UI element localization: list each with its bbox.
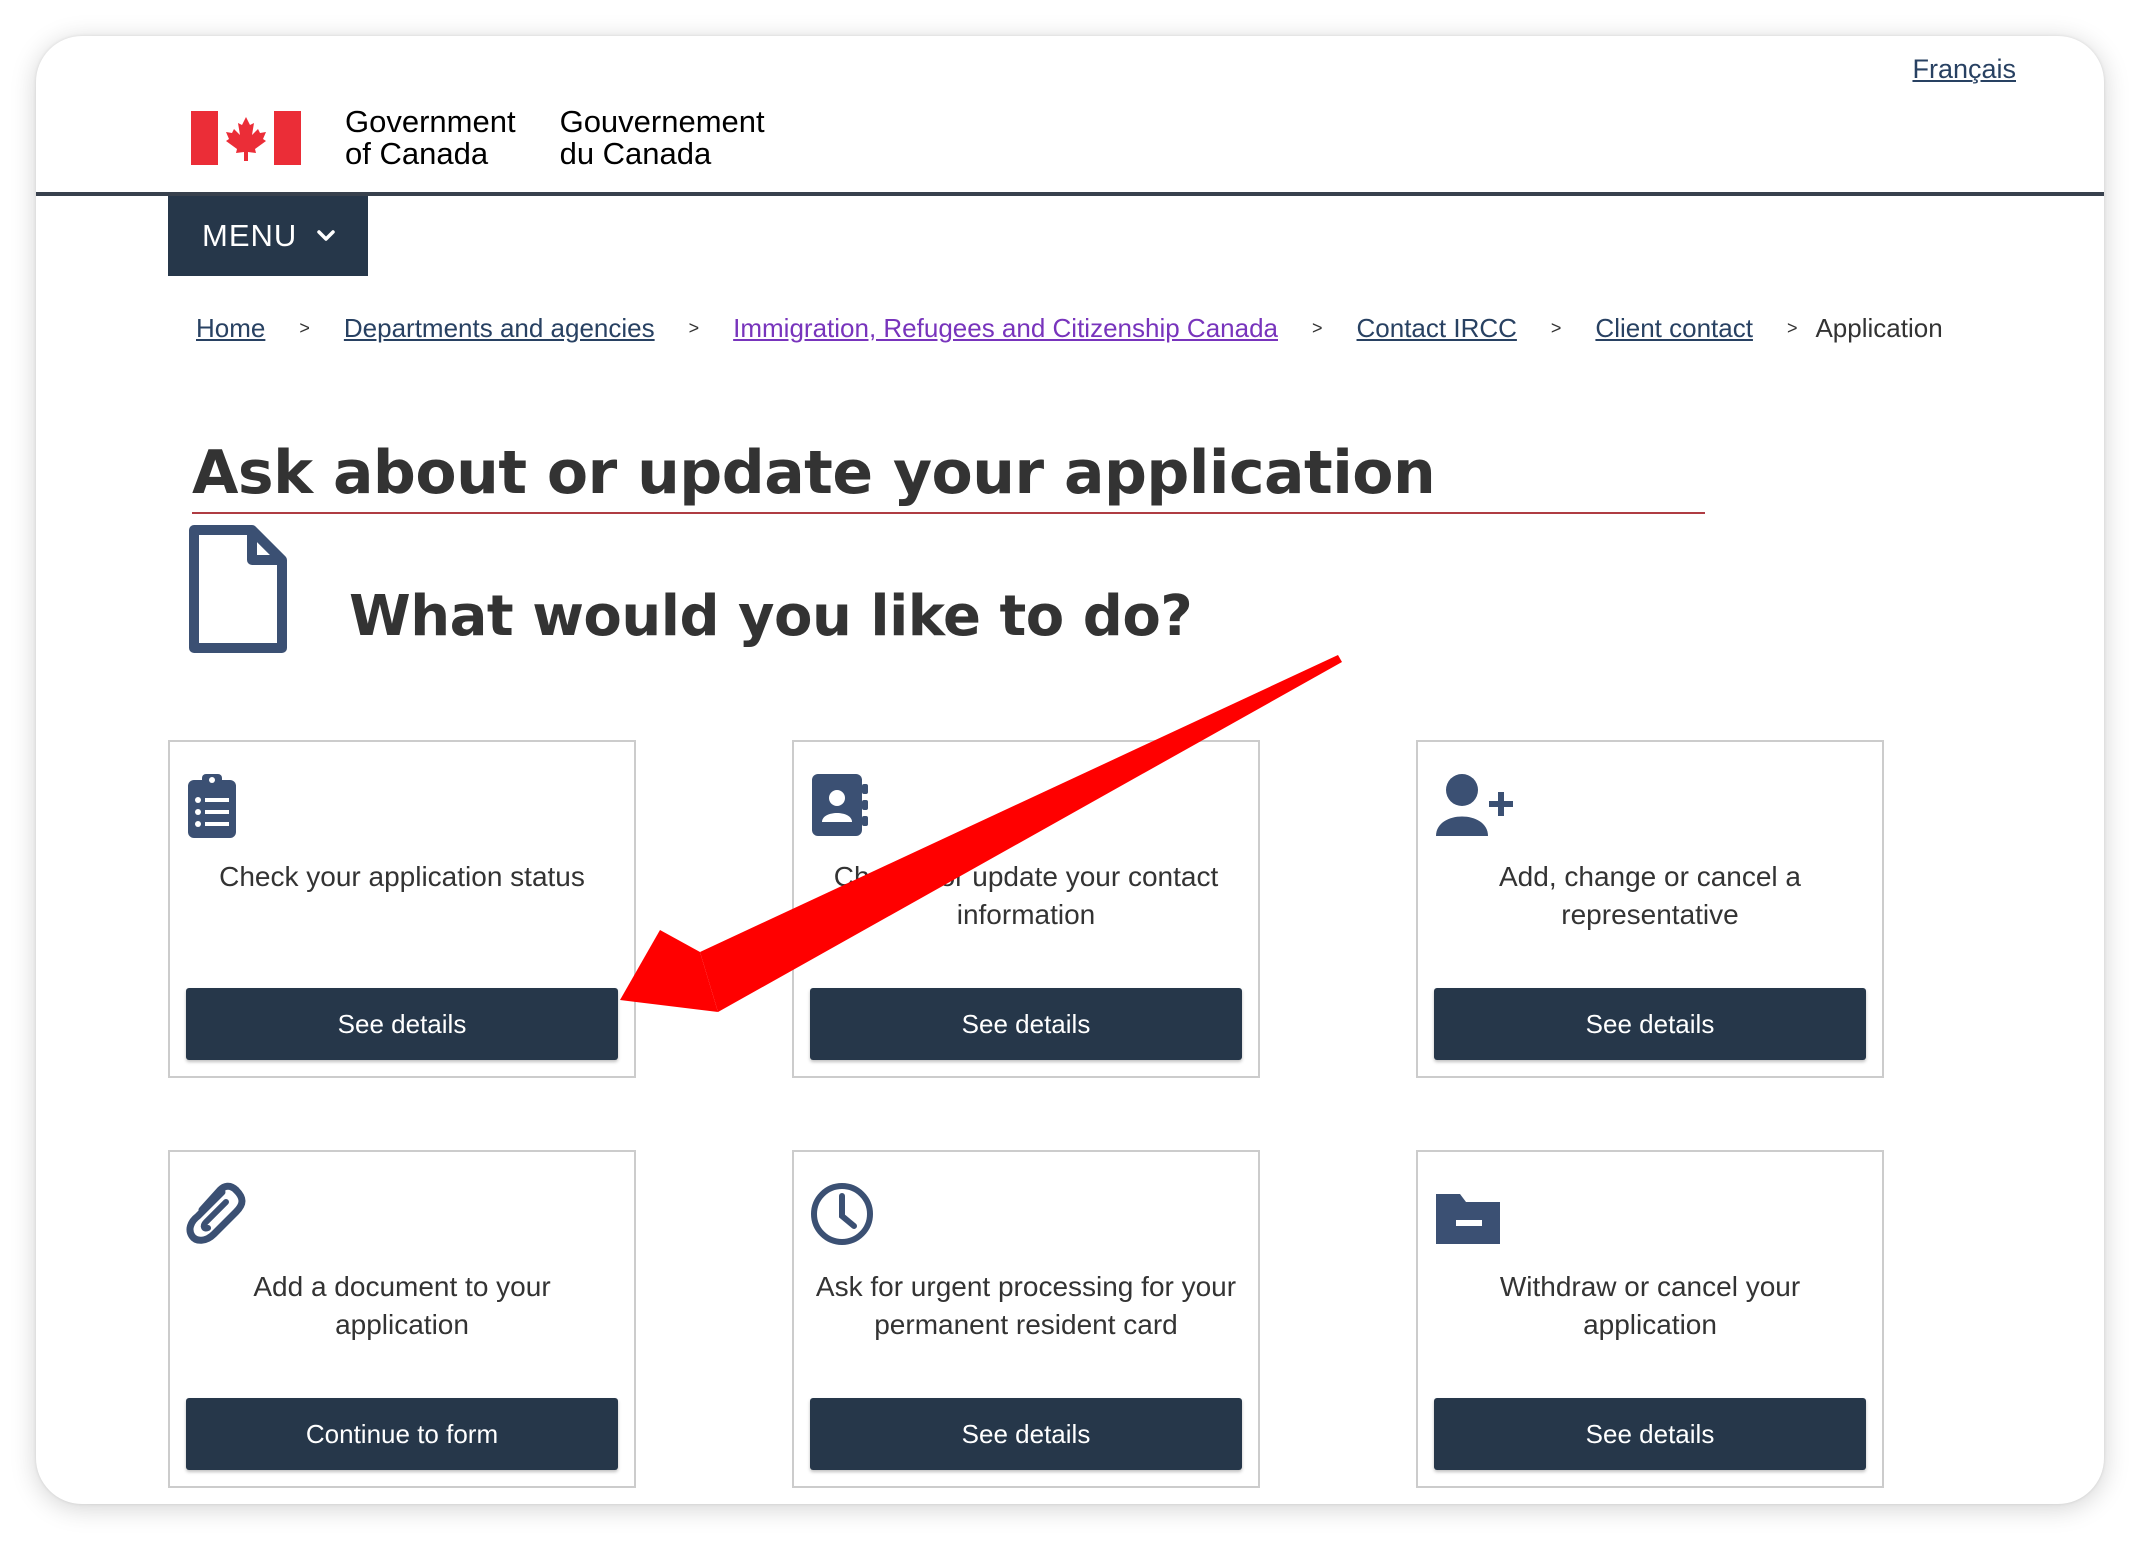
breadcrumb-departments[interactable]: Departments and agencies (344, 313, 655, 344)
card-check-status: Check your application status See detail… (168, 740, 636, 1078)
paperclip-icon (186, 1182, 246, 1244)
see-details-button[interactable]: See details (1434, 1398, 1866, 1470)
breadcrumb: Home > Departments and agencies > Immigr… (196, 313, 1943, 344)
government-signature[interactable]: Government of Canada Gouvernement du Can… (191, 106, 765, 170)
breadcrumb-contact-ircc[interactable]: Contact IRCC (1357, 313, 1517, 344)
card-urgent-processing: Ask for urgent processing for your perma… (792, 1150, 1260, 1488)
menu-button[interactable]: MENU (168, 196, 368, 276)
card-representative: Add, change or cancel a representative S… (1416, 740, 1884, 1078)
page-title: Ask about or update your application (192, 438, 1436, 508)
see-details-button[interactable]: See details (1434, 988, 1866, 1060)
document-icon (189, 525, 287, 653)
canada-flag-icon (191, 111, 301, 165)
breadcrumb-ircc[interactable]: Immigration, Refugees and Citizenship Ca… (733, 313, 1278, 344)
card-label: Add a document to your application (253, 1271, 551, 1340)
section-heading: What would you like to do? (349, 584, 1193, 649)
language-toggle-link[interactable]: Français (1912, 54, 2016, 85)
card-label: Ask for urgent processing for your perma… (815, 1271, 1237, 1340)
title-underline (192, 512, 1705, 514)
breadcrumb-client-contact[interactable]: Client contact (1595, 313, 1753, 344)
card-label: Add, change or cancel a representative (1499, 861, 1801, 930)
browser-frame: Français Government of Canada Gouverneme… (36, 36, 2104, 1504)
see-details-button[interactable]: See details (186, 988, 618, 1060)
continue-to-form-button[interactable]: Continue to form (186, 1398, 618, 1470)
address-book-icon (812, 774, 868, 836)
see-details-button[interactable]: See details (810, 988, 1242, 1060)
card-withdraw: Withdraw or cancel your application See … (1416, 1150, 1884, 1488)
see-details-button[interactable]: See details (810, 1398, 1242, 1470)
card-update-contact: Change or update your contact informatio… (792, 740, 1260, 1078)
signature-english: Government of Canada (345, 104, 516, 171)
user-plus-icon (1436, 774, 1513, 836)
signature-french: Gouvernement du Canada (559, 104, 765, 171)
clipboard-list-icon (188, 774, 236, 838)
card-add-document: Add a document to your application Conti… (168, 1150, 636, 1488)
chevron-down-icon (317, 230, 336, 241)
card-label: Withdraw or cancel your application (1499, 1271, 1801, 1340)
breadcrumb-home[interactable]: Home (196, 313, 265, 344)
breadcrumb-current: Application (1815, 313, 1943, 343)
card-label: Change or update your contact informatio… (833, 861, 1219, 930)
card-label: Check your application status (219, 861, 585, 892)
folder-minus-icon (1436, 1194, 1500, 1244)
clock-icon (811, 1183, 873, 1245)
